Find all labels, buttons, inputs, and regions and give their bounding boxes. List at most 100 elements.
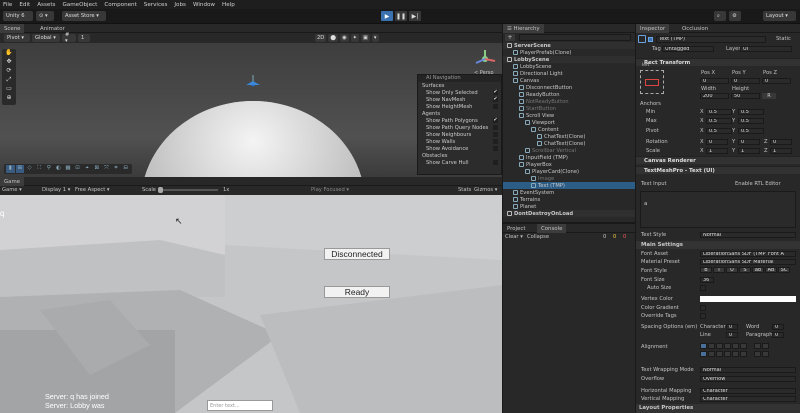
tab-project[interactable]: Project [503, 224, 529, 233]
pos-y-field[interactable]: 0 [731, 78, 760, 84]
scene-option-button[interactable]: ▣ [361, 34, 370, 42]
collapse-button[interactable]: Collapse [527, 234, 549, 240]
scene-bottom-tool-icon[interactable]: ⊡ [73, 165, 82, 173]
spacing-option-field[interactable]: 0 [772, 324, 784, 330]
alignment-button[interactable] [740, 351, 747, 357]
ai-nav-section-obstacles[interactable]: Obstacles [418, 152, 501, 159]
aspect-dropdown[interactable]: Free Aspect ▾ [75, 187, 110, 193]
menu-item-gameobject[interactable]: GameObject [62, 2, 97, 8]
tab-scene[interactable]: Scene [0, 24, 25, 33]
menu-item-window[interactable]: Window [193, 2, 215, 8]
override-tags-checkbox[interactable] [700, 313, 706, 319]
height-field[interactable]: 50 [731, 93, 760, 99]
anchor-preset-icon[interactable]: left [640, 63, 664, 94]
scene-bottom-tool-icon[interactable]: ◇ [25, 165, 34, 173]
alignment-button[interactable] [708, 351, 715, 357]
min-field[interactable]: 0.5 [706, 109, 732, 115]
object-name-field[interactable]: Text (TMP) [656, 36, 766, 43]
hierarchy-item[interactable]: LobbyScene [503, 56, 635, 63]
scene-bottom-tool-icon[interactable]: ▦ [64, 165, 73, 173]
tmp-header[interactable]: TextMeshPro - Text (UI) [636, 166, 800, 174]
ai-nav-option[interactable]: Show Path Query Nodes [418, 124, 501, 131]
scene-tool-icon[interactable]: ✋ [2, 49, 16, 58]
tab-hierarchy[interactable]: ☰ Hierarchy [503, 24, 544, 33]
font-style-button[interactable]: S [739, 267, 751, 273]
layer-dropdown[interactable]: UI [740, 46, 792, 52]
scene-bottom-tool-icon[interactable]: ⛶ [35, 165, 44, 173]
ai-nav-option[interactable]: Show Path Polygons ✔ [418, 117, 501, 124]
menu-item-edit[interactable]: Edit [19, 2, 30, 8]
hierarchy-item[interactable]: DisconnectButton [503, 84, 635, 91]
alignment-button[interactable] [762, 351, 769, 357]
text-input-area[interactable]: a [640, 191, 796, 228]
alignment-button[interactable] [732, 343, 739, 349]
hierarchy-item[interactable]: Scroll View [503, 112, 635, 119]
hierarchy-item[interactable]: LobbyScene [503, 63, 635, 70]
alignment-button[interactable] [716, 351, 723, 357]
scene-bottom-tool-icon[interactable]: ⊟ [121, 165, 130, 173]
hierarchy-item[interactable]: PlayerPrefab(Clone) [503, 49, 635, 56]
wrapping-field[interactable]: Normal [700, 367, 796, 373]
ai-nav-option[interactable]: Show Avoidance [418, 145, 501, 152]
gizmos-dropdown[interactable]: Gizmos ▾ [474, 187, 497, 193]
hierarchy-item[interactable]: ChatText(Clone) [503, 140, 635, 147]
game-mode-dropdown[interactable]: Game ▾ [2, 187, 22, 193]
rotation-field[interactable]: 0 [770, 139, 792, 145]
hierarchy-item[interactable]: Terrains [503, 196, 635, 203]
scale-field[interactable]: 1 [770, 148, 792, 154]
main-settings-header[interactable]: Main Settings [636, 241, 800, 249]
checkbox-icon[interactable] [493, 160, 498, 165]
menu-item-file[interactable]: File [3, 2, 12, 8]
static-toggle[interactable]: Static [776, 36, 791, 42]
play-focused-dropdown[interactable]: Play Focused ▾ [311, 187, 349, 193]
ai-nav-option[interactable]: Show Neighbours [418, 131, 501, 138]
checkbox-icon[interactable] [493, 125, 498, 130]
checkbox-icon[interactable] [493, 146, 498, 151]
hierarchy-item[interactable]: StartButton [503, 105, 635, 112]
scene-bottom-tool-icon[interactable]: ⤧ [102, 165, 111, 173]
hierarchy-item[interactable]: Directional Light [503, 70, 635, 77]
spacing-option-field[interactable]: 0 [772, 332, 784, 338]
alignment-button[interactable] [762, 343, 769, 349]
hierarchy-item[interactable]: ServerScene [503, 42, 635, 49]
scene-viewport[interactable]: ✋ ✥ ⟳ ⤢ ▭ ⊕ < Persp AI Navigation Surfaces Show… [0, 43, 502, 177]
pos-x-field[interactable]: 0 [700, 78, 729, 84]
menu-item-help[interactable]: Help [222, 2, 235, 8]
tab-occlusion[interactable]: Occlusion [678, 24, 712, 33]
hierarchy-item[interactable]: Scrollbar Vertical [503, 147, 635, 154]
error-count[interactable]: 0 [623, 234, 626, 240]
font-style-button[interactable]: U [726, 267, 738, 273]
blueprint-button[interactable]: R [762, 93, 776, 99]
menu-item-services[interactable]: Services [144, 2, 168, 8]
pivot-field[interactable]: 0.5 [706, 128, 732, 134]
checkmark-icon[interactable]: ✔ [493, 90, 498, 95]
scene-bottom-tool-icon[interactable]: ⊞ [15, 165, 25, 173]
canvas-renderer-header[interactable]: Canvas Renderer [636, 156, 800, 164]
scene-option-button[interactable]: ◉ [340, 34, 349, 42]
scene-tool-icon[interactable]: ▭ [2, 85, 16, 94]
material-field[interactable]: LiberationSans SDF Material [700, 259, 796, 265]
color-gradient-checkbox[interactable] [700, 305, 706, 311]
menu-item-assets[interactable]: Assets [37, 2, 55, 8]
display-dropdown[interactable]: Display 1 ▾ [42, 187, 70, 193]
ai-nav-section-agents[interactable]: Agents [418, 110, 501, 117]
vertex-color-swatch[interactable] [700, 296, 796, 302]
tab-game[interactable]: Game [0, 177, 25, 186]
checkmark-icon[interactable]: ✔ [493, 97, 498, 102]
tag-dropdown[interactable]: Untagged [662, 46, 714, 52]
layers-button[interactable]: ⚙ [729, 11, 741, 21]
scene-option-button[interactable]: 2D [315, 34, 327, 42]
scene-bottom-tool-icon[interactable]: ◐ [54, 165, 63, 173]
font_size-field[interactable]: 36 [700, 277, 714, 283]
scene-tool-icon[interactable]: ⤢ [2, 76, 16, 85]
scene-option-button[interactable]: ⬤ [328, 34, 339, 42]
hierarchy-item[interactable]: Image [503, 175, 635, 182]
hierarchy-item[interactable]: Canvas [503, 77, 635, 84]
checkbox-icon[interactable] [493, 132, 498, 137]
hierarchy-item[interactable]: Content [503, 126, 635, 133]
hierarchy-item[interactable]: DontDestroyOnLoad [503, 210, 635, 217]
checkbox-icon[interactable] [493, 104, 498, 109]
alignment-button[interactable] [754, 343, 761, 349]
checkbox-icon[interactable] [493, 139, 498, 144]
width-field[interactable]: 200 [700, 93, 729, 99]
